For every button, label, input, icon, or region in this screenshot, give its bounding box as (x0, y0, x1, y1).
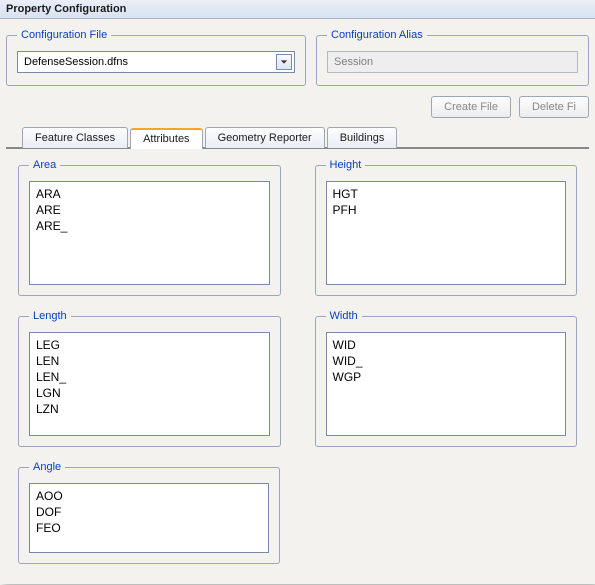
property-configuration-window: Property Configuration Configuration Fil… (0, 0, 595, 585)
attribute-grid: Area ARA ARE ARE_ Height HGT PFH Length … (16, 159, 579, 564)
chevron-down-icon[interactable] (276, 54, 292, 70)
configuration-alias-input[interactable]: Session (327, 51, 578, 73)
config-row: Configuration File DefenseSession.dfns C… (6, 25, 589, 96)
window-title: Property Configuration (0, 0, 595, 19)
listbox-angle[interactable]: AOO DOF FEO (29, 483, 269, 553)
configuration-file-combo[interactable]: DefenseSession.dfns (17, 51, 295, 73)
group-length-legend: Length (29, 310, 71, 322)
group-height: Height HGT PFH (315, 159, 578, 296)
file-buttons-row: Create File Delete Fi (6, 96, 589, 126)
listbox-length[interactable]: LEG LEN LEN_ LGN LZN (29, 332, 270, 436)
tab-feature-classes[interactable]: Feature Classes (22, 127, 128, 148)
group-width: Width WID WID_ WGP (315, 310, 578, 447)
group-height-legend: Height (326, 159, 366, 171)
window-body: Configuration File DefenseSession.dfns C… (0, 19, 595, 584)
group-area-legend: Area (29, 159, 60, 171)
listbox-width[interactable]: WID WID_ WGP (326, 332, 567, 436)
create-file-button[interactable]: Create File (431, 96, 511, 118)
group-angle-legend: Angle (29, 461, 65, 473)
configuration-file-value: DefenseSession.dfns (24, 56, 128, 68)
tab-buildings[interactable]: Buildings (327, 127, 398, 148)
listbox-area[interactable]: ARA ARE ARE_ (29, 181, 270, 285)
configuration-alias-group: Configuration Alias Session (316, 29, 589, 86)
group-angle: Angle AOO DOF FEO (18, 461, 280, 564)
delete-file-button[interactable]: Delete Fi (519, 96, 589, 118)
configuration-file-legend: Configuration File (17, 29, 111, 41)
group-length: Length LEG LEN LEN_ LGN LZN (18, 310, 281, 447)
tab-geometry-reporter[interactable]: Geometry Reporter (205, 127, 325, 148)
tab-bar: Feature Classes Attributes Geometry Repo… (6, 126, 589, 149)
group-area: Area ARA ARE ARE_ (18, 159, 281, 296)
attributes-tabpanel: Area ARA ARE ARE_ Height HGT PFH Length … (6, 149, 589, 569)
tab-attributes[interactable]: Attributes (130, 128, 202, 149)
group-width-legend: Width (326, 310, 362, 322)
listbox-height[interactable]: HGT PFH (326, 181, 567, 285)
configuration-file-group: Configuration File DefenseSession.dfns (6, 29, 306, 86)
configuration-alias-legend: Configuration Alias (327, 29, 427, 41)
